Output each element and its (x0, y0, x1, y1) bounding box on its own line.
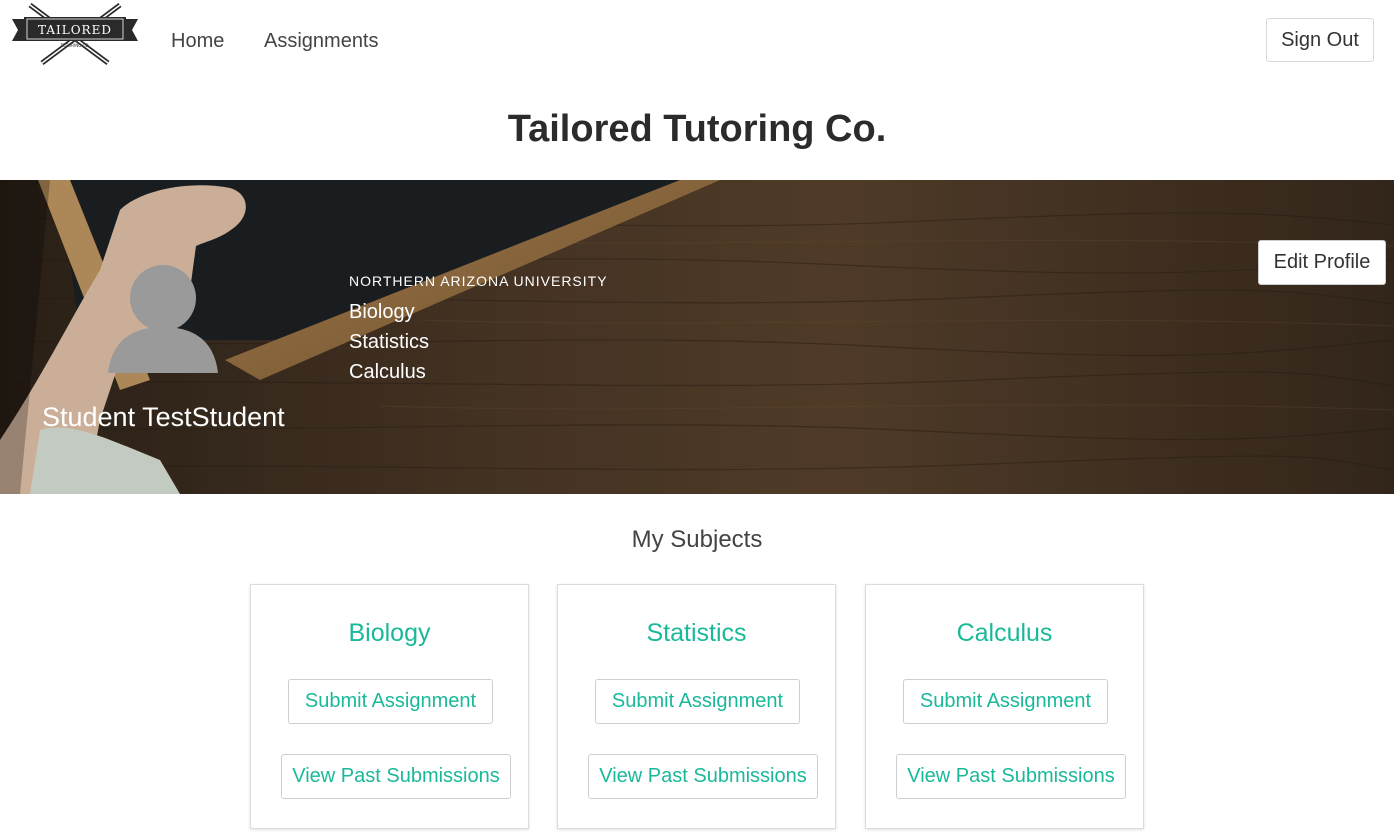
profile-banner: Student TestStudent NORTHERN ARIZONA UNI… (0, 180, 1394, 494)
edit-profile-button[interactable]: Edit Profile (1258, 240, 1386, 285)
subject-card-calculus: Calculus Submit Assignment View Past Sub… (865, 584, 1144, 829)
nav-home-link[interactable]: Home (171, 30, 224, 53)
view-past-submissions-button[interactable]: View Past Submissions (896, 754, 1126, 799)
submit-assignment-button[interactable]: Submit Assignment (903, 679, 1108, 724)
nav-assignments-link[interactable]: Assignments (264, 30, 379, 53)
avatar-placeholder-icon (108, 265, 218, 373)
profile-subject-item: Calculus (349, 361, 426, 383)
student-name: Student TestStudent (42, 402, 285, 432)
university-name: NORTHERN ARIZONA UNIVERSITY (349, 273, 608, 289)
navbar: TAILORED TUTORING CO. Home Assignments S… (0, 0, 1394, 82)
submit-assignment-button[interactable]: Submit Assignment (288, 679, 493, 724)
view-past-submissions-button[interactable]: View Past Submissions (281, 754, 511, 799)
sign-out-button[interactable]: Sign Out (1266, 18, 1374, 62)
subject-card-statistics: Statistics Submit Assignment View Past S… (557, 584, 836, 829)
profile-subject-item: Biology (349, 301, 415, 323)
logo-graphic: TAILORED TUTORING CO. (12, 2, 138, 66)
svg-text:TAILORED: TAILORED (38, 23, 112, 37)
view-past-submissions-button[interactable]: View Past Submissions (588, 754, 818, 799)
tailored-logo[interactable]: TAILORED TUTORING CO. (10, 2, 140, 66)
subject-card-title: Biology (348, 619, 431, 647)
submit-assignment-button[interactable]: Submit Assignment (595, 679, 800, 724)
svg-text:TUTORING CO.: TUTORING CO. (59, 43, 89, 48)
page-title: Tailored Tutoring Co. (507, 108, 887, 150)
subject-card-title: Statistics (646, 619, 747, 647)
my-subjects-heading: My Subjects (631, 526, 763, 553)
subject-card-title: Calculus (956, 619, 1053, 647)
profile-subject-list: Biology Statistics Calculus (349, 300, 429, 390)
subject-card-biology: Biology Submit Assignment View Past Subm… (250, 584, 529, 829)
profile-subject-item: Statistics (349, 331, 430, 353)
